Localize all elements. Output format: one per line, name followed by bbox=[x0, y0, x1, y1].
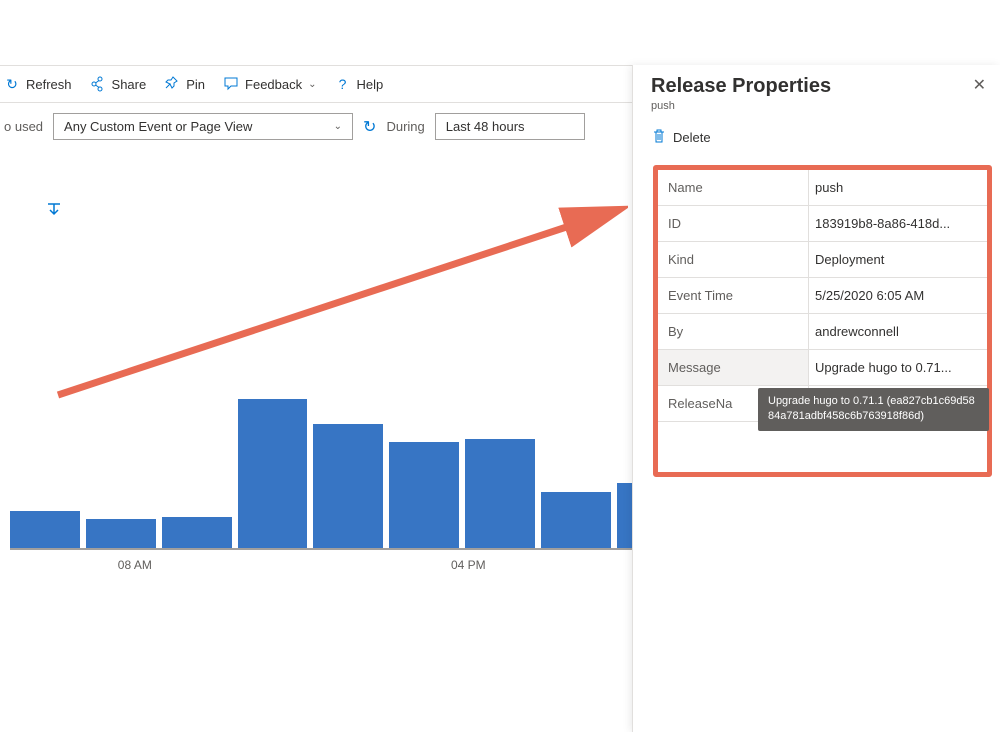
property-value[interactable]: 183919b8-8a86-418d... bbox=[808, 206, 987, 241]
refresh-button[interactable]: ↻ Refresh bbox=[4, 76, 72, 92]
who-used-label: o used bbox=[4, 119, 43, 134]
property-row: Byandrewconnell bbox=[658, 314, 987, 350]
release-marker-icon[interactable] bbox=[46, 202, 62, 223]
property-key: ID bbox=[658, 206, 808, 241]
property-value[interactable]: Deployment bbox=[808, 242, 987, 277]
refresh-icon: ↻ bbox=[4, 76, 20, 92]
event-dropdown[interactable]: Any Custom Event or Page View ⌄ bbox=[53, 113, 353, 140]
panel-subtitle: push bbox=[651, 100, 982, 112]
delete-label: Delete bbox=[673, 130, 711, 145]
feedback-icon bbox=[223, 76, 239, 92]
refresh-label: Refresh bbox=[26, 77, 72, 92]
property-row: Namepush bbox=[658, 170, 987, 206]
chart-bar[interactable] bbox=[313, 424, 383, 548]
share-button[interactable]: Share bbox=[90, 76, 147, 92]
share-icon bbox=[90, 76, 106, 92]
property-key: Kind bbox=[658, 242, 808, 277]
x-axis-label: 08 AM bbox=[118, 558, 152, 572]
property-row: Event Time5/25/2020 6:05 AM bbox=[658, 278, 987, 314]
delete-button[interactable]: Delete bbox=[633, 118, 1000, 157]
property-row: ID183919b8-8a86-418d... bbox=[658, 206, 987, 242]
panel-header: Release Properties push ✕ bbox=[633, 65, 1000, 118]
help-icon: ? bbox=[335, 76, 351, 92]
feedback-label: Feedback bbox=[245, 77, 302, 92]
pin-icon bbox=[164, 76, 180, 92]
property-value[interactable]: push bbox=[808, 170, 987, 205]
chart-bar[interactable] bbox=[10, 511, 80, 548]
panel-title: Release Properties bbox=[651, 75, 982, 98]
trash-icon bbox=[651, 128, 667, 147]
property-value[interactable]: andrewconnell bbox=[808, 314, 987, 349]
release-properties-panel: Release Properties push ✕ Delete Namepus… bbox=[632, 65, 1000, 732]
share-label: Share bbox=[112, 77, 147, 92]
help-button[interactable]: ? Help bbox=[335, 76, 384, 92]
feedback-button[interactable]: Feedback ⌄ bbox=[223, 76, 316, 92]
chart-bar[interactable] bbox=[238, 399, 308, 548]
pin-button[interactable]: Pin bbox=[164, 76, 205, 92]
chart-bar[interactable] bbox=[86, 519, 156, 548]
property-key: Name bbox=[658, 170, 808, 205]
property-row: KindDeployment bbox=[658, 242, 987, 278]
help-label: Help bbox=[357, 77, 384, 92]
time-range-value: Last 48 hours bbox=[446, 119, 525, 134]
x-axis-label: 04 PM bbox=[451, 558, 486, 572]
refresh-filter-icon[interactable]: ↻ bbox=[363, 117, 376, 137]
time-range-input[interactable]: Last 48 hours bbox=[435, 113, 585, 140]
properties-highlight-box: NamepushID183919b8-8a86-418d...KindDeplo… bbox=[653, 165, 992, 477]
property-row: MessageUpgrade hugo to 0.71... bbox=[658, 350, 987, 386]
property-key: Message bbox=[658, 350, 808, 385]
event-dropdown-value: Any Custom Event or Page View bbox=[64, 119, 252, 134]
chart-bar[interactable] bbox=[389, 442, 459, 548]
property-key: Event Time bbox=[658, 278, 808, 313]
close-icon[interactable]: ✕ bbox=[973, 75, 986, 95]
property-value[interactable]: 5/25/2020 6:05 AM bbox=[808, 278, 987, 313]
chevron-down-icon: ⌄ bbox=[308, 79, 316, 90]
chart-bar[interactable] bbox=[162, 517, 232, 548]
message-tooltip: Upgrade hugo to 0.71.1 (ea827cb1c69d5884… bbox=[758, 388, 989, 431]
chevron-down-icon: ⌄ bbox=[334, 121, 342, 132]
during-label: During bbox=[386, 119, 424, 134]
pin-label: Pin bbox=[186, 77, 205, 92]
property-key: By bbox=[658, 314, 808, 349]
chart-bar[interactable] bbox=[465, 439, 535, 548]
property-value[interactable]: Upgrade hugo to 0.71... bbox=[808, 350, 987, 385]
chart-bar[interactable] bbox=[541, 492, 611, 548]
